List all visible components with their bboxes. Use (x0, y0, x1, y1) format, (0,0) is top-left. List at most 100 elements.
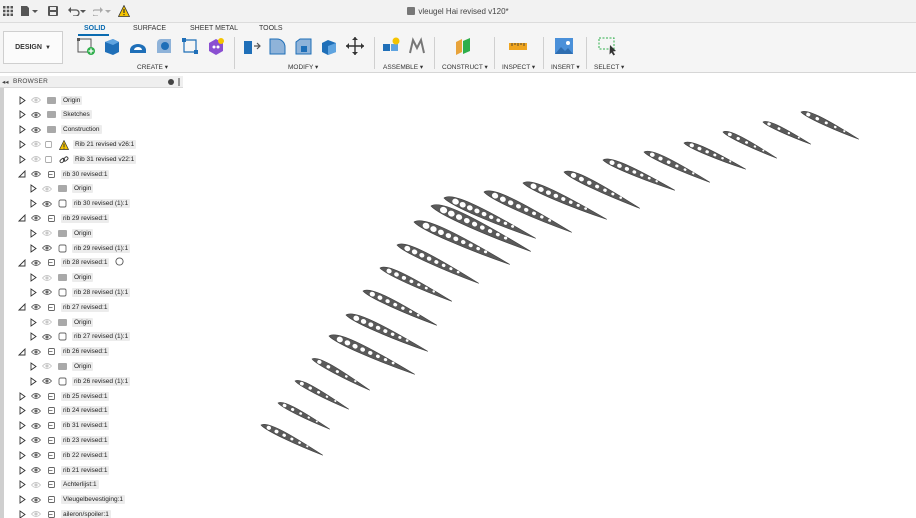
browser-row[interactable]: Vleugelbevestiging:1 (18, 493, 125, 507)
visibility-eye-icon[interactable] (30, 407, 42, 415)
browser-row[interactable]: Origin (29, 226, 94, 240)
visibility-eye-icon[interactable] (41, 200, 53, 208)
tab-surface[interactable]: SURFACE (133, 25, 166, 32)
expand-triangle-icon[interactable] (29, 361, 37, 371)
expand-triangle-icon[interactable] (29, 228, 37, 238)
visibility-eye-icon[interactable] (30, 126, 42, 134)
expand-triangle-icon[interactable] (29, 184, 37, 194)
expanded-triangle-icon[interactable] (18, 213, 26, 223)
expanded-triangle-icon[interactable] (18, 258, 26, 268)
expand-triangle-icon[interactable] (18, 480, 26, 490)
visibility-eye-icon[interactable] (30, 481, 42, 489)
press-pull-icon[interactable] (241, 36, 261, 56)
visibility-eye-icon[interactable] (41, 288, 53, 296)
browser-row[interactable]: rib 29 revised:1 (18, 211, 110, 225)
visibility-eye-icon[interactable] (41, 377, 53, 385)
tab-tools[interactable]: TOOLS (259, 25, 283, 32)
visibility-eye-icon[interactable] (41, 274, 53, 282)
expand-triangle-icon[interactable] (29, 287, 37, 297)
inspect-menu[interactable]: INSPECT ▾ (502, 63, 535, 71)
expand-triangle-icon[interactable] (18, 509, 26, 518)
offset-plane-icon[interactable] (453, 36, 473, 56)
browser-row[interactable]: Construction (18, 123, 102, 137)
visibility-eye-icon[interactable] (30, 436, 42, 444)
collapse-panel-icon[interactable]: ◂◂ (2, 78, 9, 86)
revolve-icon[interactable] (128, 36, 148, 56)
browser-row[interactable]: rib 26 revised:1 (18, 345, 110, 359)
pin-icon[interactable] (178, 78, 180, 86)
browser-row[interactable]: Origin (29, 182, 94, 196)
browser-row[interactable]: Origin (29, 359, 94, 373)
wing-rib[interactable] (722, 129, 778, 160)
visibility-eye-icon[interactable] (41, 244, 53, 252)
expand-triangle-icon[interactable] (29, 199, 37, 209)
expand-triangle-icon[interactable] (18, 125, 26, 135)
expand-triangle-icon[interactable] (18, 391, 26, 401)
expanded-triangle-icon[interactable] (18, 347, 26, 357)
browser-header[interactable]: ◂◂ BROWSER (0, 76, 183, 88)
browser-row[interactable]: Origin (29, 315, 94, 329)
new-component-icon[interactable] (381, 36, 401, 56)
expand-triangle-icon[interactable] (18, 450, 26, 460)
expand-triangle-icon[interactable] (18, 95, 26, 105)
tab-solid[interactable]: SOLID (84, 25, 105, 32)
visibility-eye-icon[interactable] (41, 362, 53, 370)
browser-row[interactable]: rib 22 revised:1 (18, 448, 110, 462)
expanded-triangle-icon[interactable] (18, 169, 26, 179)
construct-menu[interactable]: CONSTRUCT ▾ (442, 63, 488, 71)
select-menu[interactable]: SELECT ▾ (594, 63, 624, 71)
visibility-eye-icon[interactable] (30, 303, 42, 311)
visibility-eye-icon[interactable] (41, 333, 53, 341)
browser-row[interactable]: rib 31 revised:1 (18, 419, 110, 433)
tab-sheet-metal[interactable]: SHEET METAL (190, 25, 238, 32)
create-sketch-icon[interactable] (76, 36, 96, 56)
browser-row[interactable]: rib 27 revised (1):1 (29, 330, 131, 344)
visibility-eye-icon[interactable] (30, 422, 42, 430)
extrude-icon[interactable] (102, 36, 122, 56)
visibility-eye-icon[interactable] (30, 451, 42, 459)
browser-row[interactable]: Sketches (18, 108, 92, 122)
browser-row[interactable]: rib 30 revised:1 (18, 167, 110, 181)
expand-triangle-icon[interactable] (18, 110, 26, 120)
visibility-eye-icon[interactable] (30, 392, 42, 400)
rib-icon[interactable] (180, 36, 200, 56)
expand-triangle-icon[interactable] (18, 421, 26, 431)
visibility-eye-icon[interactable] (30, 140, 42, 148)
browser-row[interactable]: aileron/spoiler:1 (18, 507, 111, 518)
expand-triangle-icon[interactable] (18, 435, 26, 445)
expand-triangle-icon[interactable] (18, 406, 26, 416)
visibility-eye-icon[interactable] (30, 496, 42, 504)
visibility-eye-icon[interactable] (30, 510, 42, 518)
chamfer-icon[interactable] (293, 36, 313, 56)
assemble-menu[interactable]: ASSEMBLE ▾ (383, 63, 423, 71)
expand-triangle-icon[interactable] (18, 139, 26, 149)
wing-rib[interactable] (260, 421, 325, 457)
insert-menu[interactable]: INSERT ▾ (551, 63, 580, 71)
browser-row[interactable]: rib 21 revised:1 (18, 463, 110, 477)
visibility-eye-icon[interactable] (30, 348, 42, 356)
wing-rib[interactable] (379, 264, 454, 304)
expand-triangle-icon[interactable] (29, 273, 37, 283)
browser-row[interactable]: rib 28 revised:1 (18, 256, 125, 270)
browser-row[interactable]: Achterlijst:1 (18, 478, 99, 492)
browser-row[interactable]: rib 26 revised (1):1 (29, 374, 131, 388)
browser-row[interactable]: rib 28 revised (1):1 (29, 285, 131, 299)
visibility-eye-icon[interactable] (30, 96, 42, 104)
modify-menu[interactable]: MODIFY ▾ (288, 63, 318, 71)
sweep-icon[interactable] (154, 36, 174, 56)
browser-options-icon[interactable] (168, 79, 174, 85)
expand-triangle-icon[interactable] (29, 376, 37, 386)
select-icon[interactable] (598, 36, 618, 56)
browser-row[interactable]: Rib 21 revised v26:1 (18, 137, 137, 151)
wing-rib[interactable] (762, 119, 812, 145)
visibility-eye-icon[interactable] (30, 214, 42, 222)
browser-row[interactable]: rib 23 revised:1 (18, 433, 110, 447)
expand-triangle-icon[interactable] (29, 243, 37, 253)
wing-rib[interactable] (800, 109, 860, 141)
visibility-eye-icon[interactable] (41, 318, 53, 326)
browser-row[interactable]: rib 30 revised (1):1 (29, 197, 131, 211)
expand-triangle-icon[interactable] (29, 332, 37, 342)
browser-row[interactable]: Rib 31 revised v22:1 (18, 152, 137, 166)
visibility-eye-icon[interactable] (30, 170, 42, 178)
browser-row[interactable]: rib 29 revised (1):1 (29, 241, 131, 255)
